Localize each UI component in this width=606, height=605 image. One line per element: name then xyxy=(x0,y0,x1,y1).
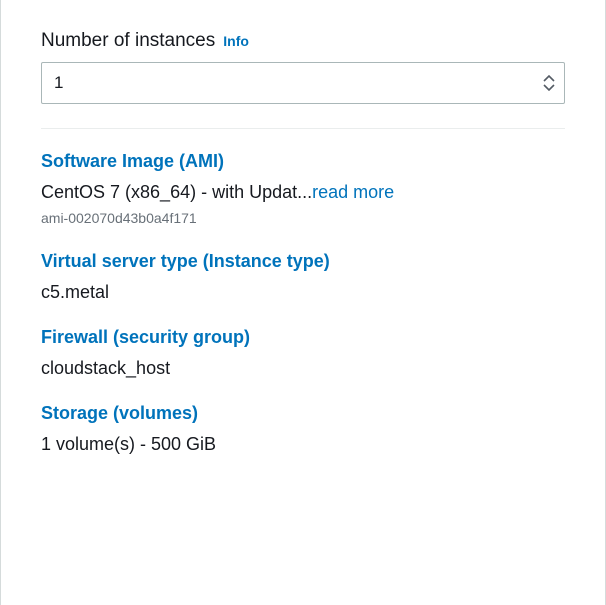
section-security-group-value: cloudstack_host xyxy=(41,356,565,381)
read-more-link[interactable]: read more xyxy=(312,182,394,202)
chevron-down-icon[interactable] xyxy=(543,83,555,91)
section-instance-type: Virtual server type (Instance type) c5.m… xyxy=(41,251,565,305)
section-ami-title: Software Image (AMI) xyxy=(41,151,565,172)
divider xyxy=(41,128,565,129)
section-storage-value: 1 volume(s) - 500 GiB xyxy=(41,432,565,457)
section-instance-type-value: c5.metal xyxy=(41,280,565,305)
stepper-arrows[interactable] xyxy=(543,75,555,91)
section-instance-type-title: Virtual server type (Instance type) xyxy=(41,251,565,272)
instance-count-header: Number of instances Info xyxy=(41,30,565,52)
instance-count-stepper[interactable] xyxy=(41,62,565,104)
instance-count-label: Number of instances xyxy=(41,30,215,52)
chevron-up-icon[interactable] xyxy=(543,75,555,83)
ami-name: CentOS 7 (x86_64) - with Updat... xyxy=(41,182,312,202)
summary-panel: Number of instances Info Software Image … xyxy=(0,0,606,605)
section-storage-title: Storage (volumes) xyxy=(41,403,565,424)
instance-count-input[interactable] xyxy=(41,62,565,104)
section-ami-value: CentOS 7 (x86_64) - with Updat...read mo… xyxy=(41,180,565,229)
section-ami: Software Image (AMI) CentOS 7 (x86_64) -… xyxy=(41,151,565,229)
section-security-group-title: Firewall (security group) xyxy=(41,327,565,348)
section-security-group: Firewall (security group) cloudstack_hos… xyxy=(41,327,565,381)
ami-id: ami-002070d43b0a4f171 xyxy=(41,209,565,229)
info-link[interactable]: Info xyxy=(223,33,249,49)
section-storage: Storage (volumes) 1 volume(s) - 500 GiB xyxy=(41,403,565,457)
